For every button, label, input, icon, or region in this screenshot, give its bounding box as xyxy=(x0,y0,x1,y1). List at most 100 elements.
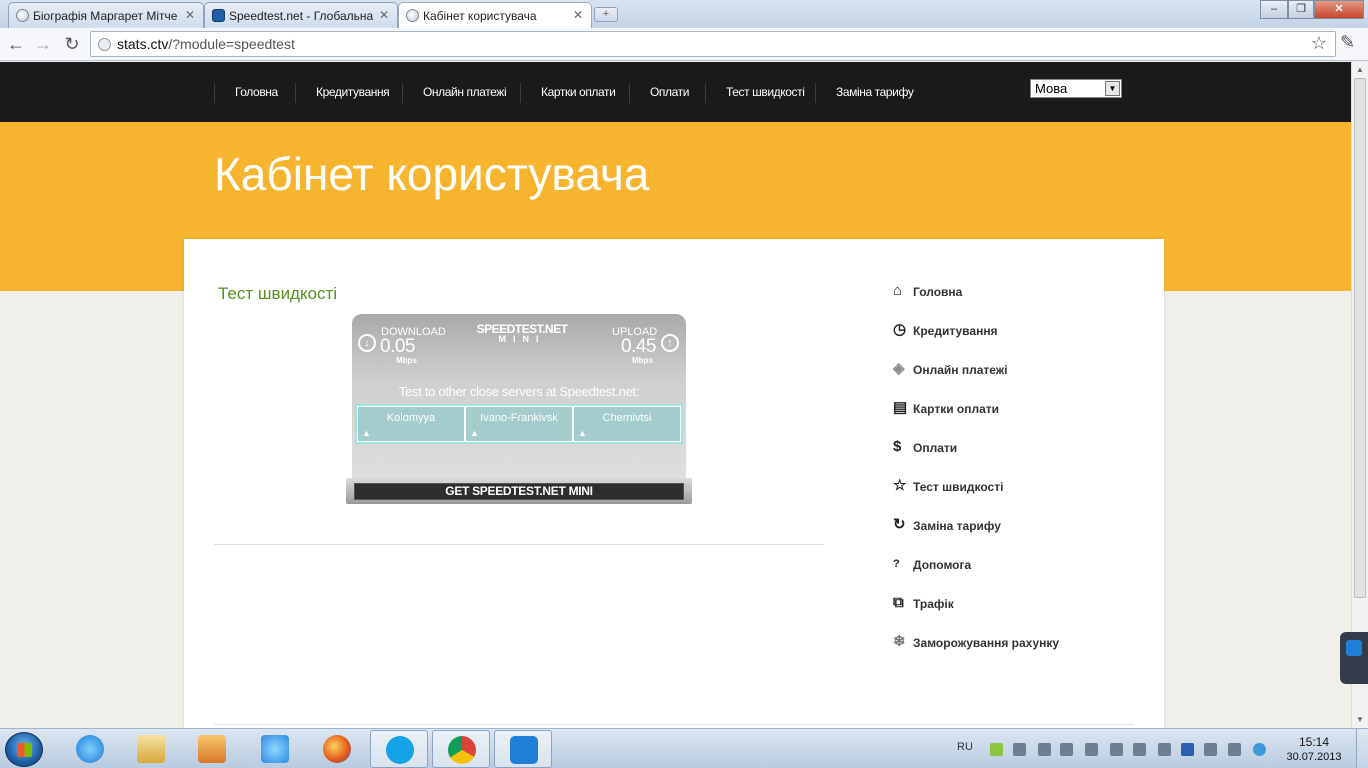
taskbar-teamviewer[interactable] xyxy=(494,730,552,768)
input-language-indicator[interactable]: RU xyxy=(957,741,973,753)
taskbar-chrome[interactable] xyxy=(432,730,490,768)
bookmark-star-icon[interactable]: ☆ xyxy=(1311,33,1327,54)
sidebar-menu: ⌂ Головна ◷ Кредитування ◈ Онлайн платеж… xyxy=(893,279,1133,669)
url-path: /?module=speedtest xyxy=(168,36,295,52)
sidebar-item-label: Трафік xyxy=(913,597,954,611)
speedtest-mini-widget[interactable]: SPEEDTEST.NET MINI ↓ DOWNLOAD 0.05 Mbps … xyxy=(346,314,692,509)
vertical-scrollbar[interactable]: ▲ ▼ xyxy=(1351,62,1368,728)
nav-item-change-tariff[interactable]: Заміна тарифу xyxy=(815,83,925,103)
taskbar-firefox[interactable] xyxy=(308,730,366,768)
speaker-icon[interactable] xyxy=(1204,743,1217,756)
close-icon[interactable]: ✕ xyxy=(573,8,583,22)
wrench-icon[interactable]: ✎ xyxy=(1340,32,1355,53)
clock-time[interactable]: 15:14 xyxy=(1286,735,1342,749)
taskbar-media-player[interactable] xyxy=(183,730,241,768)
server-ivano-frankivsk[interactable]: Ivano-Frankivsk ▲ xyxy=(465,406,573,442)
sidebar-item-label: Картки оплати xyxy=(913,402,1000,416)
tray-app-icon[interactable] xyxy=(1253,743,1266,756)
sidebar-item-home[interactable]: ⌂ Головна xyxy=(893,279,1133,318)
nav-item-payments[interactable]: Оплати xyxy=(629,83,705,103)
battery-icon[interactable] xyxy=(1158,743,1171,756)
sidebar-item-payments[interactable]: $ Оплати xyxy=(893,435,1133,474)
sidebar-item-online-payments[interactable]: ◈ Онлайн платежі xyxy=(893,357,1133,396)
card-icon: ◈ xyxy=(893,360,905,377)
nav-item-speed-test[interactable]: Тест швидкості xyxy=(705,83,815,103)
tab-biography[interactable]: Біографія Маргарет Мітче ✕ xyxy=(8,2,204,28)
forward-icon[interactable]: → xyxy=(32,33,54,55)
get-speedtest-mini-button[interactable]: GET SPEEDTEST.NET MINI xyxy=(346,478,692,504)
play-triangle-icon: ▲ xyxy=(362,428,371,438)
server-kolomyya[interactable]: Kolomyya ▲ xyxy=(357,406,465,442)
taskbar-internet-explorer-pinned[interactable] xyxy=(246,730,304,768)
tab-title: Speedtest.net - Глобальна xyxy=(229,9,374,23)
show-desktop-button[interactable] xyxy=(1356,729,1368,768)
sidebar-item-freeze-account[interactable]: ❄ Заморожування рахунку xyxy=(893,630,1133,669)
browser-toolbar: ← → ↻ stats.ctv/?module=speedtest ☆ ✎ xyxy=(0,28,1368,61)
tab-title: Біографія Маргарет Мітче xyxy=(33,9,178,23)
servers-title: Test to other close servers at Speedtest… xyxy=(398,384,640,399)
browser-tab-strip: Біографія Маргарет Мітче ✕ Speedtest.net… xyxy=(0,0,1368,29)
signal-icon[interactable] xyxy=(1228,743,1241,756)
tab-speedtest[interactable]: Speedtest.net - Глобальна ✕ xyxy=(204,2,398,28)
nav-item-payment-cards[interactable]: Картки оплати xyxy=(520,83,630,103)
bluetooth-icon[interactable] xyxy=(1181,743,1194,756)
taskbar-skype[interactable] xyxy=(370,730,428,768)
tray-app-icon[interactable] xyxy=(1110,743,1123,756)
maximize-button[interactable]: ❐ xyxy=(1288,0,1314,19)
address-bar[interactable]: stats.ctv/?module=speedtest ☆ xyxy=(90,31,1336,57)
page-title: Кабінет користувача xyxy=(214,148,650,200)
display-icon[interactable] xyxy=(1085,743,1098,756)
taskbar-file-explorer[interactable] xyxy=(122,730,180,768)
speedtest-favicon-icon xyxy=(212,9,225,22)
taskbar-internet-explorer[interactable] xyxy=(61,730,119,768)
sidebar-item-change-tariff[interactable]: ↻ Заміна тарифу xyxy=(893,513,1133,552)
server-name: Kolomyya xyxy=(386,412,436,424)
scroll-up-arrow-icon[interactable]: ▲ xyxy=(1352,62,1368,78)
language-select[interactable]: Мова ▼ xyxy=(1030,79,1122,98)
firefox-icon xyxy=(323,735,351,763)
action-center-flag-icon[interactable] xyxy=(1133,743,1146,756)
scroll-down-arrow-icon[interactable]: ▼ xyxy=(1352,712,1368,728)
minimize-button[interactable]: ‒ xyxy=(1260,0,1288,19)
divider xyxy=(214,724,1134,725)
sidebar-item-traffic[interactable]: ⧉ Трафік xyxy=(893,591,1133,630)
internet-explorer-icon xyxy=(261,735,289,763)
chart-icon: ⧉ xyxy=(893,594,904,611)
nav-item-online-payments[interactable]: Онлайн платежі xyxy=(402,83,520,103)
upload-unit: Mbps xyxy=(632,356,653,365)
sidebar-item-speed-test[interactable]: ☆ Тест швидкості xyxy=(893,474,1133,513)
chevron-down-icon: ▼ xyxy=(1105,81,1120,96)
star-icon: ☆ xyxy=(893,477,907,494)
server-chernivtsi[interactable]: Chernivtsi ▲ xyxy=(573,406,681,442)
get-speedtest-mini-label: GET SPEEDTEST.NET MINI xyxy=(354,483,684,500)
network-drive-icon[interactable] xyxy=(1013,743,1026,756)
download-value: 0.05 xyxy=(380,336,415,357)
nav-item-home[interactable]: Головна xyxy=(214,83,302,103)
clock-date[interactable]: 30.07.2013 xyxy=(1286,751,1342,763)
settings-gear-icon[interactable] xyxy=(1038,743,1051,756)
nav-item-credit[interactable]: Кредитування xyxy=(295,83,403,103)
close-icon[interactable]: ✕ xyxy=(379,8,389,22)
windows-taskbar: RU 15:14 30.07.2013 xyxy=(0,728,1368,768)
sidebar-item-label: Тест швидкості xyxy=(913,480,1004,494)
url-host: stats.ctv xyxy=(117,36,169,52)
tab-user-cabinet[interactable]: Кабінет користувача ✕ xyxy=(398,2,592,29)
refresh-icon: ↻ xyxy=(893,516,906,533)
upload-arrow-icon: ↑ xyxy=(661,334,679,352)
media-player-icon xyxy=(198,735,226,763)
download-unit: Mbps xyxy=(396,356,417,365)
window-close-button[interactable]: ✕ xyxy=(1314,0,1364,19)
sidebar-item-help[interactable]: ? Допомога xyxy=(893,552,1133,591)
teamviewer-side-panel[interactable] xyxy=(1340,632,1368,684)
scroll-thumb[interactable] xyxy=(1354,78,1366,598)
sidebar-item-label: Заморожування рахунку xyxy=(913,636,1060,650)
reload-icon[interactable]: ↻ xyxy=(61,33,83,55)
sidebar-item-payment-cards[interactable]: ▤ Картки оплати xyxy=(893,396,1133,435)
volume-icon[interactable] xyxy=(1060,743,1073,756)
close-icon[interactable]: ✕ xyxy=(185,8,195,22)
back-icon[interactable]: ← xyxy=(5,33,27,55)
new-tab-button[interactable]: + xyxy=(594,7,618,22)
tray-app-icon[interactable] xyxy=(990,743,1003,756)
start-button[interactable] xyxy=(5,732,43,767)
sidebar-item-credit[interactable]: ◷ Кредитування xyxy=(893,318,1133,357)
